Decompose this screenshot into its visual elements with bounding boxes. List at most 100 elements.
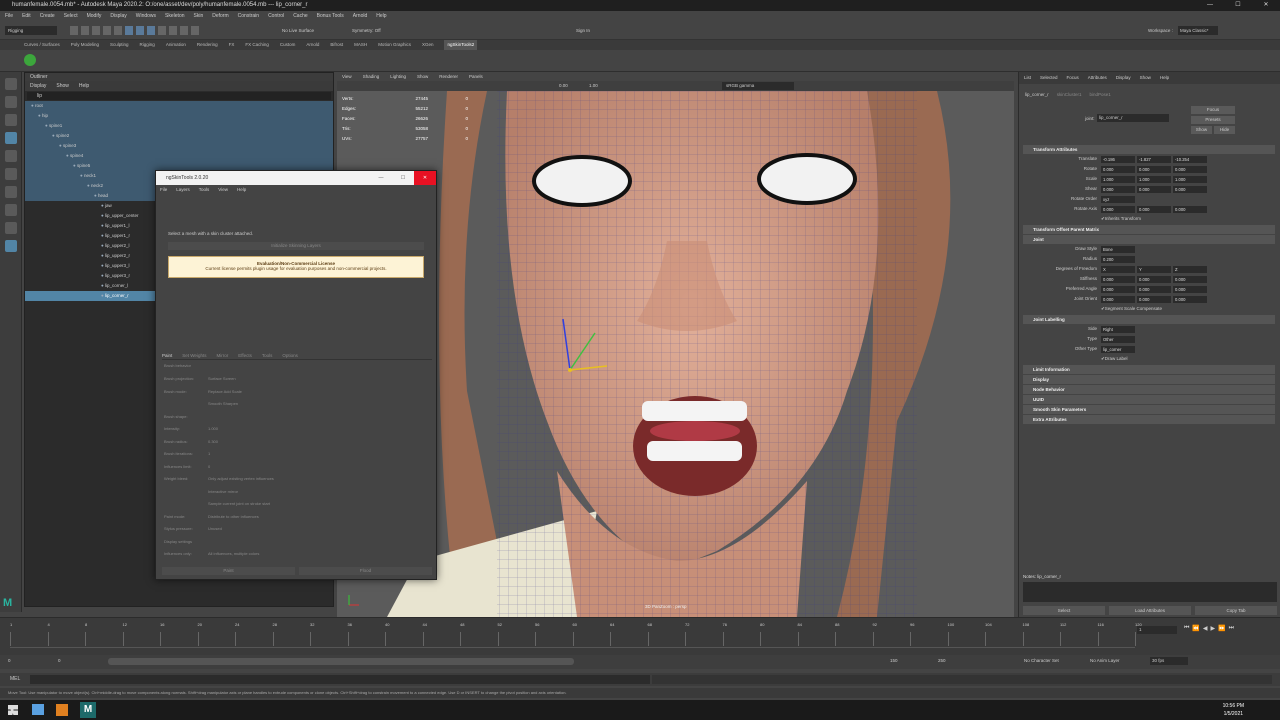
menu-item[interactable]: Arnold (353, 11, 367, 21)
shelf-tab[interactable]: Rendering (197, 40, 218, 50)
shelf-tab[interactable]: Rigging (140, 40, 155, 50)
attr-field[interactable]: 0.000 (1173, 295, 1207, 303)
menu-item[interactable]: Display (110, 11, 126, 21)
brush-setting-value[interactable]: Interactive mirror (208, 486, 238, 499)
viewport-menu-item[interactable]: Shading (363, 72, 380, 81)
fps-dropdown[interactable]: 30 fps (1150, 657, 1188, 665)
notes-field[interactable] (1023, 582, 1277, 602)
menu-item[interactable]: Windows (136, 11, 156, 21)
outliner-item[interactable]: ● root (25, 101, 333, 111)
snap-point-icon[interactable] (180, 26, 188, 35)
attr-field[interactable]: 0.000 (1173, 185, 1207, 193)
gamma-value[interactable]: 1.00 (589, 82, 598, 90)
sign-in-button[interactable]: Sign In (576, 26, 590, 35)
move-tool-icon[interactable] (5, 132, 17, 144)
brush-setting-value[interactable]: Distribute to other influences (208, 511, 259, 524)
attr-menu-item[interactable]: Focus (1067, 72, 1079, 84)
windows-start-icon[interactable] (8, 705, 18, 715)
presets-button[interactable]: Presets (1191, 116, 1235, 124)
section-joint-labelling[interactable]: Joint Labelling (1023, 315, 1275, 324)
explorer-icon[interactable] (32, 704, 44, 715)
select-object-icon[interactable] (136, 26, 144, 35)
menu-item[interactable]: Control (268, 11, 284, 21)
outliner-item[interactable]: ● spine2 (25, 131, 333, 141)
ngskin-tab[interactable]: Set Weights (182, 351, 206, 359)
hide-button[interactable]: Hide (1214, 126, 1235, 134)
attr-field[interactable]: -0.186 (1101, 155, 1135, 163)
outliner-layout-icon[interactable] (5, 222, 17, 234)
shelf-tab[interactable]: Arnold (306, 40, 319, 50)
show-button[interactable]: Show (1191, 126, 1212, 134)
brush-setting-value[interactable]: Sample current joint on stroke start (208, 498, 270, 511)
menuset-dropdown[interactable]: Rigging (5, 26, 57, 35)
ngskin-menu-item[interactable]: Tools (199, 185, 210, 195)
attr-field[interactable]: Other (1101, 335, 1135, 343)
attr-field[interactable]: 0.000 (1173, 165, 1207, 173)
single-view-icon[interactable] (5, 186, 17, 198)
attr-field[interactable]: -1.827 (1137, 155, 1171, 163)
viewport-menu-item[interactable]: Lighting (390, 72, 406, 81)
attr-menu-item[interactable]: Help (1160, 72, 1169, 84)
brush-setting-value[interactable]: Surface Screen (208, 373, 236, 386)
menu-item[interactable]: File (5, 11, 13, 21)
menu-item[interactable]: Skin (194, 11, 204, 21)
attr-field[interactable]: 1.000 (1137, 175, 1171, 183)
attr-field[interactable]: 0.000 (1137, 205, 1171, 213)
close-button[interactable]: ✕ (1252, 0, 1280, 11)
section-uuid[interactable]: UUID (1023, 395, 1275, 404)
viewport-panel[interactable]: View Shading Lighting Show Renderer Panels 0.… (337, 72, 1014, 617)
attr-field[interactable]: 0.000 (1173, 275, 1207, 283)
attr-field[interactable]: 0.000 (1173, 205, 1207, 213)
draw-label-row[interactable]: ✔ Draw Label (1023, 354, 1275, 364)
copy-tab-button[interactable]: Copy Tab (1195, 606, 1277, 615)
paint-select-icon[interactable] (5, 114, 17, 126)
brush-setting-value[interactable]: 1 (208, 448, 210, 461)
save-scene-icon[interactable] (92, 26, 100, 35)
ngskin-tab[interactable]: Mirror (216, 351, 228, 359)
attr-field[interactable]: 0.000 (1137, 275, 1171, 283)
start-time[interactable]: 0 (8, 658, 11, 663)
attr-menu-item[interactable]: Selected (1040, 72, 1058, 84)
play-back-icon[interactable]: ◀ (1203, 625, 1208, 632)
select-component-icon[interactable] (147, 26, 155, 35)
attr-field[interactable]: Z (1173, 265, 1207, 273)
menu-item[interactable]: Skeleton (165, 11, 184, 21)
menu-item[interactable]: Help (376, 11, 386, 21)
viewport-menu-item[interactable]: View (342, 72, 352, 81)
load-attributes-button[interactable]: Load Attributes (1109, 606, 1191, 615)
attr-field[interactable]: 1.000 (1173, 175, 1207, 183)
menu-item[interactable]: Bonus Tools (317, 11, 344, 21)
brush-setting-value[interactable]: Only adjust existing vertex influences (208, 473, 274, 486)
section-offset-parent[interactable]: Transform Offset Parent Matrix (1023, 225, 1275, 234)
menu-item[interactable]: Modify (87, 11, 102, 21)
outliner-menu-item[interactable]: Display (30, 81, 46, 91)
joint-name-field[interactable]: lip_corner_r (1097, 114, 1169, 122)
ngskin-menu-item[interactable]: View (218, 185, 228, 195)
viewport-menu-item[interactable]: Renderer (439, 72, 458, 81)
attr-field[interactable]: 0.000 (1101, 295, 1135, 303)
anim-layer[interactable]: No Anim Layer (1090, 658, 1120, 663)
shelf-tab[interactable]: Motion Graphics (378, 40, 411, 50)
flood-button[interactable]: Flood (299, 567, 432, 575)
section-limit[interactable]: Limit Information (1023, 365, 1275, 374)
ngskin-tab[interactable]: Paint (162, 351, 172, 359)
brush-setting-value[interactable]: Smooth Sharpen (208, 398, 238, 411)
exposure-value[interactable]: 0.00 (559, 82, 568, 90)
symmetry-label[interactable]: Symmetry: Off (352, 26, 381, 35)
command-input[interactable] (30, 675, 650, 684)
new-scene-icon[interactable] (70, 26, 78, 35)
ngskin-tab[interactable]: Options (282, 351, 298, 359)
maya-taskbar-icon[interactable]: M (80, 702, 96, 718)
brush-setting-value[interactable]: 0.300 (208, 436, 218, 449)
attr-field[interactable]: X (1101, 265, 1135, 273)
shelf-tab[interactable]: ngSkinTools2 (444, 40, 478, 50)
focus-button[interactable]: Focus (1191, 106, 1235, 114)
menu-item[interactable]: Create (40, 11, 55, 21)
attr-menu-item[interactable]: Show (1140, 72, 1151, 84)
attr-field[interactable]: 0.000 (1137, 295, 1171, 303)
attr-field[interactable]: xyz (1101, 195, 1135, 203)
maximize-button[interactable]: ☐ (1224, 0, 1252, 11)
outliner-item[interactable]: ● spine3 (25, 141, 333, 151)
section-smooth-skin[interactable]: Smooth Skin Parameters (1023, 405, 1275, 414)
go-end-icon[interactable]: ⏭ (1229, 625, 1234, 632)
